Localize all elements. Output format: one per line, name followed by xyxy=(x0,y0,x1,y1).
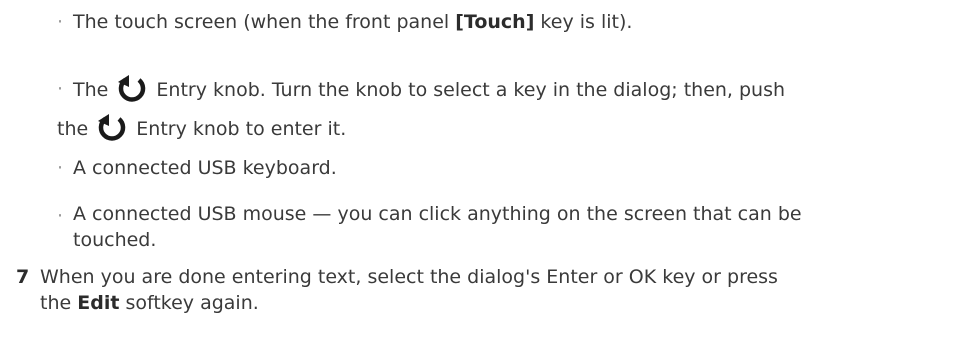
text-span: softkey again. xyxy=(119,292,259,314)
list-item-usb-keyboard: · A connected USB keyboard. xyxy=(57,153,947,183)
text-span: key is lit). xyxy=(534,11,633,33)
bullet-dot: · xyxy=(57,157,64,179)
text-span: A connected USB mouse — you can click an… xyxy=(73,203,802,225)
list-item-text: A connected USB mouse — you can click an… xyxy=(73,201,943,253)
bullet-dot: · xyxy=(57,78,64,100)
manual-page: · The touch screen (when the front panel… xyxy=(0,0,957,339)
step-text: When you are done entering text, select … xyxy=(40,264,945,316)
text-span: The xyxy=(73,79,115,101)
edit-softkey-label: Edit xyxy=(77,292,120,314)
numbered-step-7: 7 When you are done entering text, selec… xyxy=(16,264,946,320)
list-item-entry-knob: · The Entry knob. Turn the knob to selec… xyxy=(57,74,947,144)
text-span: the xyxy=(40,292,78,314)
list-item-text: The Entry knob. Turn the knob to select … xyxy=(73,74,943,105)
list-item-text: A connected USB keyboard. xyxy=(73,157,337,179)
text-span: Entry knob to enter it. xyxy=(130,118,347,140)
bullet-dot: · xyxy=(57,11,64,33)
entry-knob-icon xyxy=(118,75,146,102)
text-span: The touch screen (when the front panel xyxy=(73,11,456,33)
touch-key-label: [Touch] xyxy=(455,11,535,33)
list-item-touch-screen: · The touch screen (when the front panel… xyxy=(57,7,947,37)
text-span: When you are done entering text, select … xyxy=(40,266,778,288)
text-span: touched. xyxy=(73,229,157,251)
text-span: Entry knob. Turn the knob to select a ke… xyxy=(150,79,786,101)
list-item-text: The touch screen (when the front panel [… xyxy=(73,7,943,37)
step-number: 7 xyxy=(16,266,30,288)
text-span: the xyxy=(57,118,95,140)
list-item-usb-mouse: · A connected USB mouse — you can click … xyxy=(57,201,947,257)
entry-knob-icon xyxy=(98,114,126,141)
list-item-text-continued: the Entry knob to enter it. xyxy=(57,113,927,144)
bullet-dot: · xyxy=(57,205,64,227)
